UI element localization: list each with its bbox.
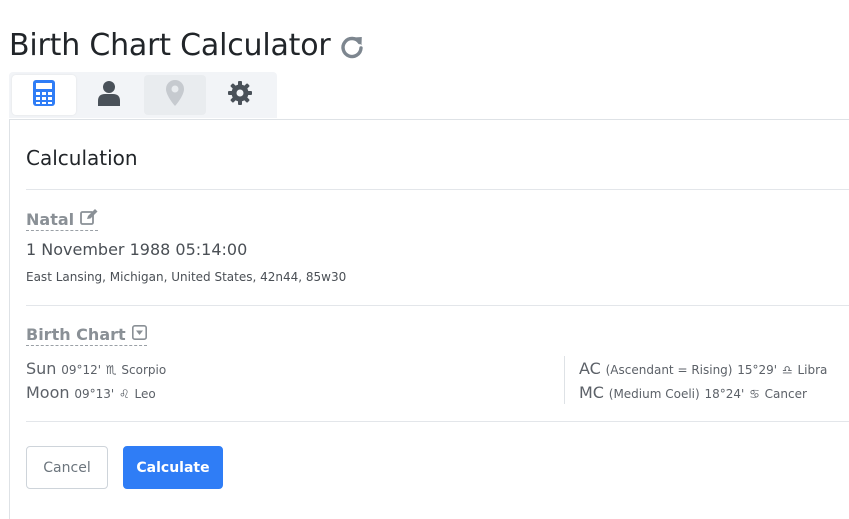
angle-name: MC — [579, 383, 604, 402]
zodiac-sign: Scorpio — [121, 363, 167, 377]
caret-square-down-icon — [131, 325, 147, 344]
angle-detail: (Medium Coeli) — [608, 387, 700, 401]
divider — [26, 189, 849, 190]
edit-icon — [80, 209, 98, 229]
tab-settings[interactable] — [208, 75, 272, 115]
calculator-icon — [33, 80, 55, 110]
planet-name: Sun — [26, 359, 57, 378]
natal-link[interactable]: Natal — [26, 209, 99, 231]
natal-datetime: 1 November 1988 05:14:00 — [26, 240, 248, 259]
page-title: Birth Chart Calculator — [9, 28, 366, 63]
birth-chart-link[interactable]: Birth Chart — [26, 325, 147, 346]
gear-icon — [228, 81, 252, 109]
planet-row-moon: Moon 09°13' ♌︎ Leo — [26, 383, 156, 402]
angle-detail: (Ascendant = Rising) — [605, 363, 733, 377]
angle-row-ascendant: AC (Ascendant = Rising) 15°29' ♎︎ Libra — [579, 359, 827, 378]
tab-calculator[interactable] — [12, 75, 76, 115]
planet-row-sun: Sun 09°12' ♏︎ Scorpio — [26, 359, 166, 378]
column-divider — [564, 356, 565, 404]
zodiac-glyph: ♌︎ — [118, 387, 130, 401]
tab-location[interactable] — [144, 75, 206, 115]
planet-name: Moon — [26, 383, 70, 402]
calculation-panel: Calculation Natal 1 November 1988 05:14:… — [9, 119, 849, 519]
planet-degree: 09°12' — [61, 363, 102, 377]
map-marker-icon — [166, 80, 184, 110]
angle-row-midheaven: MC (Medium Coeli) 18°24' ♋︎ Cancer — [579, 383, 807, 402]
section-heading: Calculation — [26, 146, 138, 170]
zodiac-glyph: ♎︎ — [781, 363, 793, 377]
natal-location: East Lansing, Michigan, United States, 4… — [26, 270, 347, 284]
divider — [26, 421, 849, 422]
user-icon — [98, 80, 120, 110]
tab-person[interactable] — [77, 75, 141, 115]
page-title-text: Birth Chart Calculator — [9, 28, 331, 64]
calculate-button[interactable]: Calculate — [123, 446, 223, 489]
planet-degree: 09°13' — [74, 387, 115, 401]
tab-bar — [9, 72, 277, 118]
zodiac-glyph: ♋︎ — [749, 387, 760, 401]
refresh-icon[interactable] — [338, 33, 366, 61]
natal-label: Natal — [26, 209, 75, 229]
cancel-button[interactable]: Cancel — [26, 446, 108, 489]
angle-degree: 15°29' — [737, 363, 778, 377]
angle-name: AC — [579, 359, 601, 378]
angle-degree: 18°24' — [704, 387, 745, 401]
zodiac-sign: Cancer — [764, 387, 807, 401]
birth-chart-label: Birth Chart — [26, 325, 126, 344]
zodiac-sign: Libra — [797, 363, 828, 377]
divider — [26, 305, 849, 306]
zodiac-sign: Leo — [134, 387, 156, 401]
zodiac-glyph: ♏︎ — [105, 363, 117, 377]
